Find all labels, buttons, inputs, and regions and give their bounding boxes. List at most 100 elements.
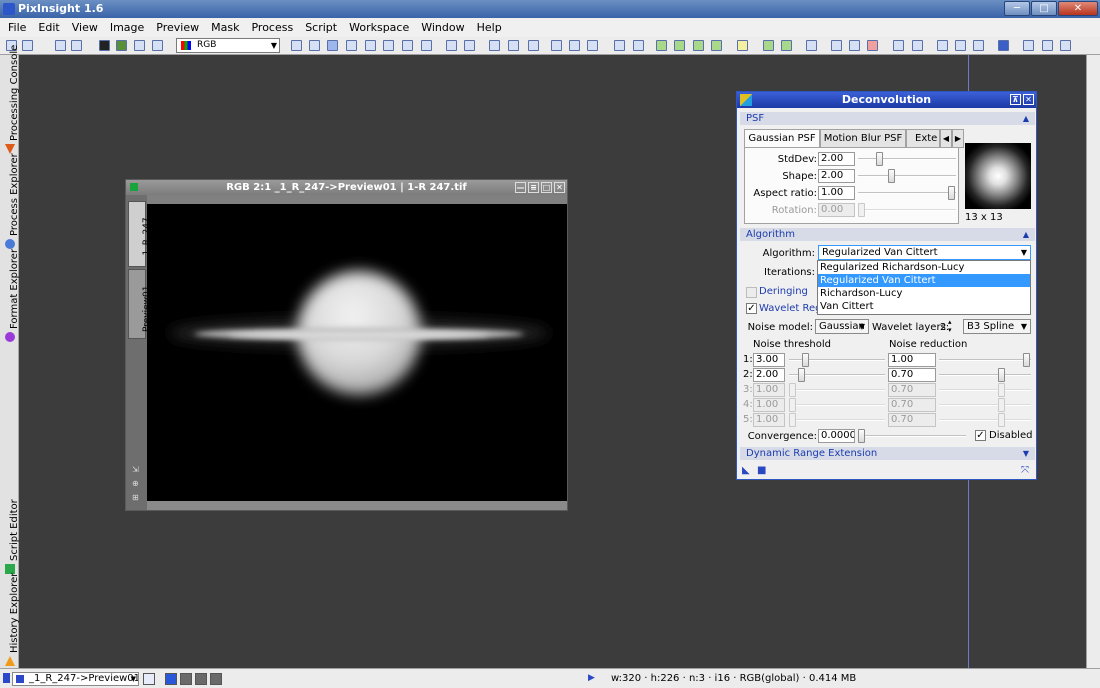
image-canvas[interactable] (147, 204, 567, 501)
tab-format-explorer[interactable]: Format Explorer (0, 249, 20, 345)
menu-process[interactable]: Process (245, 21, 299, 34)
tab-external-psf[interactable]: Exte (906, 129, 940, 148)
menu-mask[interactable]: Mask (205, 21, 245, 34)
aspect-ratio-slider[interactable] (858, 186, 956, 200)
menu-help[interactable]: Help (471, 21, 508, 34)
scaling-function-select[interactable]: B3 Spline ▼ (963, 319, 1031, 334)
gamma-icon[interactable] (152, 40, 163, 51)
display-rgb-icon[interactable] (165, 673, 177, 685)
stf-icon[interactable] (737, 40, 748, 51)
display-green-icon[interactable] (195, 673, 207, 685)
slider-thumb[interactable] (1023, 353, 1030, 367)
zoom-out-icon[interactable] (464, 40, 475, 51)
noise-threshold-field[interactable]: 1.00 (753, 383, 785, 397)
script-icon[interactable] (893, 40, 904, 51)
zoom-in-icon[interactable] (446, 40, 457, 51)
explorer-icon[interactable] (998, 40, 1009, 51)
shape-field[interactable]: 2.00 (818, 169, 855, 183)
image-window[interactable]: RGB 2:1 _1_R_247->Preview01 | 1-R 247.ti… (125, 179, 568, 511)
noise-threshold-slider[interactable] (789, 413, 885, 427)
help-icon[interactable] (1060, 40, 1071, 51)
noise-reduction-field[interactable]: 0.70 (888, 383, 936, 397)
link-icon[interactable]: ⊕ (132, 479, 139, 488)
slider-thumb[interactable] (802, 353, 809, 367)
shape-slider[interactable] (858, 169, 956, 183)
slider-thumb[interactable] (948, 186, 955, 200)
zoom-mode-icon[interactable] (508, 40, 519, 51)
shade-button[interactable]: ⊼ (1010, 94, 1021, 105)
channel-select[interactable]: RGB ▼ (176, 38, 280, 53)
image-scrollbar[interactable] (147, 501, 567, 510)
algorithm-option[interactable]: Regularized Richardson-Lucy (818, 261, 1030, 274)
minimize-button[interactable]: ─ (1004, 1, 1030, 16)
noise-reduction-slider[interactable] (939, 413, 1031, 427)
mask-show-icon[interactable] (674, 40, 685, 51)
slider-thumb[interactable] (789, 383, 796, 397)
tab-preview01[interactable]: Preview01 (128, 269, 152, 339)
algorithm-option[interactable]: Van Cittert (818, 300, 1030, 313)
noise-reduction-field[interactable]: 0.70 (888, 368, 936, 382)
algorithm-select[interactable]: Regularized Van Cittert ▼ (818, 245, 1031, 260)
display-red-icon[interactable] (180, 673, 192, 685)
close-panel-button[interactable]: ✕ (1023, 94, 1034, 105)
tab-process-explorer[interactable]: Process Explorer (0, 153, 20, 252)
slider-thumb[interactable] (998, 398, 1005, 412)
save-as-icon[interactable] (71, 40, 82, 51)
swap-icon[interactable] (134, 40, 145, 51)
zoom-fit-icon[interactable] (327, 40, 338, 51)
noise-reduction-field[interactable]: 0.70 (888, 413, 936, 427)
spin-up-icon[interactable]: ▴ (948, 319, 952, 326)
stddev-field[interactable]: 2.00 (818, 152, 855, 166)
psf-section[interactable]: PSF ▲ (740, 112, 1035, 125)
noise-threshold-field[interactable]: 3.00 (753, 353, 785, 367)
fit-window-icon[interactable] (551, 40, 562, 51)
slider-thumb[interactable] (888, 169, 895, 183)
zoom-level-icon[interactable] (489, 40, 500, 51)
apply-global-icon[interactable]: ■ (757, 465, 766, 476)
slider-thumb[interactable] (998, 383, 1005, 397)
play-icon[interactable]: ▶ (588, 673, 595, 683)
tab-processing-console[interactable]: Processing Console (0, 45, 20, 155)
new-preview-icon[interactable] (383, 40, 394, 51)
noise-reduction-slider[interactable] (939, 368, 1031, 382)
tab-scroll-left-icon[interactable]: ◀ (940, 129, 952, 148)
noise-threshold-slider[interactable] (789, 383, 885, 397)
workspace-2-icon[interactable] (955, 40, 966, 51)
menu-image[interactable]: Image (104, 21, 150, 34)
noise-reduction-field[interactable]: 1.00 (888, 353, 936, 367)
noise-reduction-slider[interactable] (939, 383, 1031, 397)
mask-remove-icon[interactable] (711, 40, 722, 51)
wavelet-layers-value[interactable]: 2 (940, 322, 946, 333)
slider-thumb[interactable] (789, 413, 796, 427)
convergence-disabled-checkbox[interactable]: ✓ (975, 430, 986, 441)
workspace-1-icon[interactable] (937, 40, 948, 51)
save-icon[interactable] (55, 40, 66, 51)
slider-thumb[interactable] (998, 368, 1005, 382)
maximize-image-button[interactable]: □ (541, 182, 552, 193)
wavelet-regularization-checkbox[interactable]: ✓ (746, 303, 757, 314)
process-icon[interactable] (831, 40, 842, 51)
menu-workspace[interactable]: Workspace (343, 21, 415, 34)
noise-threshold-field[interactable]: 1.00 (753, 413, 785, 427)
noise-threshold-slider[interactable] (789, 398, 885, 412)
noise-threshold-slider[interactable] (789, 353, 885, 367)
tab-gaussian-psf[interactable]: Gaussian PSF (744, 129, 820, 148)
dynamic-range-section[interactable]: Dynamic Range Extension ▼ (740, 447, 1035, 460)
rotation-slider[interactable] (858, 203, 956, 217)
slider-thumb[interactable] (858, 429, 865, 443)
console-icon[interactable] (1023, 40, 1034, 51)
slider-thumb[interactable] (998, 413, 1005, 427)
new-instance-icon[interactable]: ◣ (742, 465, 750, 476)
menu-script[interactable]: Script (299, 21, 343, 34)
open-file-icon[interactable] (22, 40, 33, 51)
menu-edit[interactable]: Edit (32, 21, 65, 34)
pan-icon[interactable] (291, 40, 302, 51)
menu-preview[interactable]: Preview (150, 21, 205, 34)
zoom-2-1-icon[interactable] (365, 40, 376, 51)
algorithm-section[interactable]: Algorithm ▲ (740, 228, 1035, 241)
algorithm-option-selected[interactable]: Regularized Van Cittert (818, 274, 1030, 287)
maximize-button[interactable]: □ (1031, 1, 1057, 16)
view-explorer-icon[interactable] (143, 673, 155, 685)
expand-icon[interactable]: ⇲ (132, 465, 139, 474)
deringing-label[interactable]: Deringing (759, 286, 808, 297)
